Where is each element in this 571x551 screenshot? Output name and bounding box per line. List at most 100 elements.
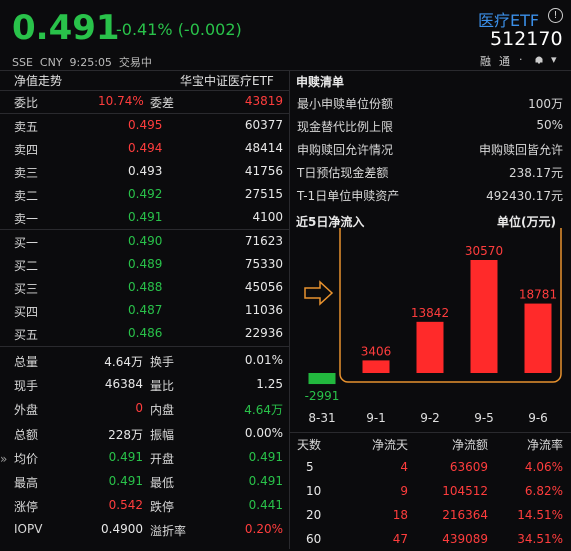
- cr-item-label: 现金替代比例上限: [297, 120, 394, 134]
- cr-item-row: 申购赎回允许情况 申购赎回皆允许: [290, 138, 571, 160]
- stat-value: 0.01%: [244, 353, 283, 367]
- dots-icon[interactable]: ·: [519, 53, 523, 66]
- weicha-label: 委差: [150, 96, 175, 110]
- stat-value: 0.491: [108, 449, 143, 464]
- order-price: 0.494: [128, 141, 163, 155]
- flow-bar-label: 3406: [361, 344, 392, 358]
- order-price: 0.486: [128, 326, 163, 340]
- flow-table-cell: 60: [306, 532, 322, 546]
- order-price: 0.491: [128, 210, 163, 224]
- margin-tag[interactable]: 融: [480, 53, 491, 69]
- flow-category-label: 9-5: [474, 411, 494, 425]
- flow-bar-label: -2991: [305, 389, 340, 403]
- cr-item-row: 现金替代比例上限 50%: [290, 115, 571, 137]
- stat-value: 0.441: [248, 498, 283, 513]
- order-volume: 11036: [244, 303, 283, 317]
- flow-bar-label: 13842: [411, 306, 449, 320]
- flow-category-label: 9-1: [366, 411, 386, 425]
- order-volume: 4100: [252, 210, 283, 224]
- order-volume: 22936: [244, 326, 283, 340]
- creation-redemption-title: 申赎清单: [296, 75, 345, 89]
- flow-table-header-cell: 净流额: [451, 438, 488, 452]
- stat-row: 均价 0.491 开盘 0.491: [0, 447, 289, 469]
- flow-table-row: 10 9 104512 6.82%: [290, 481, 571, 503]
- order-volume: 45056: [244, 280, 283, 294]
- nav-trend-label[interactable]: 净值走势: [14, 72, 62, 89]
- ask-row[interactable]: 卖四 0.494 48414: [0, 137, 289, 160]
- stat-value: 4.64万: [244, 403, 283, 418]
- weibi-row: 委比 10.74% 委差 43819: [0, 91, 289, 113]
- stat-row: IOPV 0.4900 溢折率 0.20%: [0, 519, 289, 541]
- stat-value: 0.491: [248, 449, 283, 464]
- flow-table-cell: 4: [400, 460, 408, 474]
- flow-table-cell: 34.51%: [517, 532, 563, 546]
- flow-table-cell: 63609: [449, 460, 488, 474]
- stat-value: 0: [135, 401, 143, 416]
- stat-value: 0.00%: [244, 425, 283, 440]
- flow-table-cell: 14.51%: [517, 508, 563, 522]
- order-volume: 75330: [244, 257, 283, 271]
- order-volume: 27515: [244, 187, 283, 201]
- stat-label: 外盘: [14, 403, 39, 418]
- stat-value: 0.491: [248, 474, 283, 488]
- flow-table-cell: 216364: [442, 508, 488, 522]
- stat-value: 4.64万: [104, 355, 143, 369]
- flow-table-cell: 5: [306, 460, 314, 474]
- bid-row[interactable]: 买三 0.488 45056: [0, 276, 289, 299]
- flow-table-cell: 20: [306, 508, 322, 522]
- stat-label: 涨停: [14, 500, 39, 515]
- stat-label: 内盘: [150, 403, 175, 418]
- bid-row[interactable]: 买一 0.490 71623: [0, 230, 289, 253]
- cr-item-row: 最小申赎单位份额 100万: [290, 92, 571, 114]
- cr-item-row: T日预估现金差额 238.17元: [290, 161, 571, 183]
- current-price: 0.491: [12, 8, 120, 48]
- stat-value: 0.4900: [101, 522, 143, 537]
- flow-bar-label: 18781: [519, 288, 557, 302]
- info-icon[interactable]: !: [548, 8, 563, 23]
- bid-row[interactable]: 买四 0.487 11036: [0, 299, 289, 322]
- fund-code: 512170: [490, 28, 563, 50]
- order-price: 0.493: [128, 164, 163, 178]
- ask-row[interactable]: 卖一 0.491 4100: [0, 206, 289, 229]
- cr-item-row: T-1日单位申赎资产 492430.17元: [290, 184, 571, 206]
- stat-label: 振幅: [150, 427, 175, 442]
- flow-category-label: 8-31: [308, 411, 335, 425]
- ask-row[interactable]: 卖二 0.492 27515: [0, 183, 289, 206]
- bell-icon[interactable]: [534, 54, 544, 64]
- order-price: 0.495: [128, 118, 163, 132]
- bid-row[interactable]: 买二 0.489 75330: [0, 253, 289, 276]
- stat-row: 外盘 0 内盘 4.64万: [0, 398, 289, 420]
- ask-row[interactable]: 卖五 0.495 60377: [0, 114, 289, 137]
- stat-value: 0.491: [108, 474, 143, 488]
- order-volume: 48414: [244, 141, 283, 155]
- flow-table-cell: 4.06%: [524, 460, 563, 474]
- stat-row: 总量 4.64万 换手 0.01%: [0, 350, 289, 372]
- stat-label: 换手: [150, 355, 175, 369]
- flow-bar-label: 30570: [465, 244, 503, 258]
- order-volume: 41756: [244, 164, 283, 178]
- price-change: -0.41% (-0.002): [116, 20, 242, 39]
- stat-value: 46384: [104, 377, 143, 392]
- stat-row: 涨停 0.542 跌停 0.441: [0, 495, 289, 517]
- order-level-label: 卖一: [14, 212, 39, 226]
- cr-item-label: T-1日单位申赎资产: [297, 189, 400, 203]
- stat-label: 溢折率: [150, 524, 187, 539]
- flow-table-cell: 47: [392, 532, 408, 546]
- flow-table-cell: 18: [392, 508, 408, 522]
- cr-item-value: 492430.17元: [486, 189, 563, 203]
- flow-table-cell: 6.82%: [524, 484, 563, 498]
- collapse-arrow-icon[interactable]: »: [0, 452, 7, 466]
- stat-label: 总量: [14, 355, 39, 369]
- menu-icon[interactable]: ▾: [551, 53, 557, 66]
- flow-table-cell: 10: [306, 484, 322, 498]
- connect-tag[interactable]: 通: [499, 53, 510, 69]
- ask-row[interactable]: 卖三 0.493 41756: [0, 160, 289, 183]
- stat-row: 总额 228万 振幅 0.00%: [0, 423, 289, 445]
- bid-row[interactable]: 买五 0.486 22936: [0, 322, 289, 345]
- order-level-label: 买五: [14, 328, 39, 342]
- cr-item-value: 100万: [528, 97, 563, 111]
- order-level-label: 卖二: [14, 189, 39, 203]
- flow-table-cell: 439089: [442, 532, 488, 546]
- order-level-label: 买三: [14, 282, 39, 296]
- stat-label: IOPV: [14, 522, 43, 537]
